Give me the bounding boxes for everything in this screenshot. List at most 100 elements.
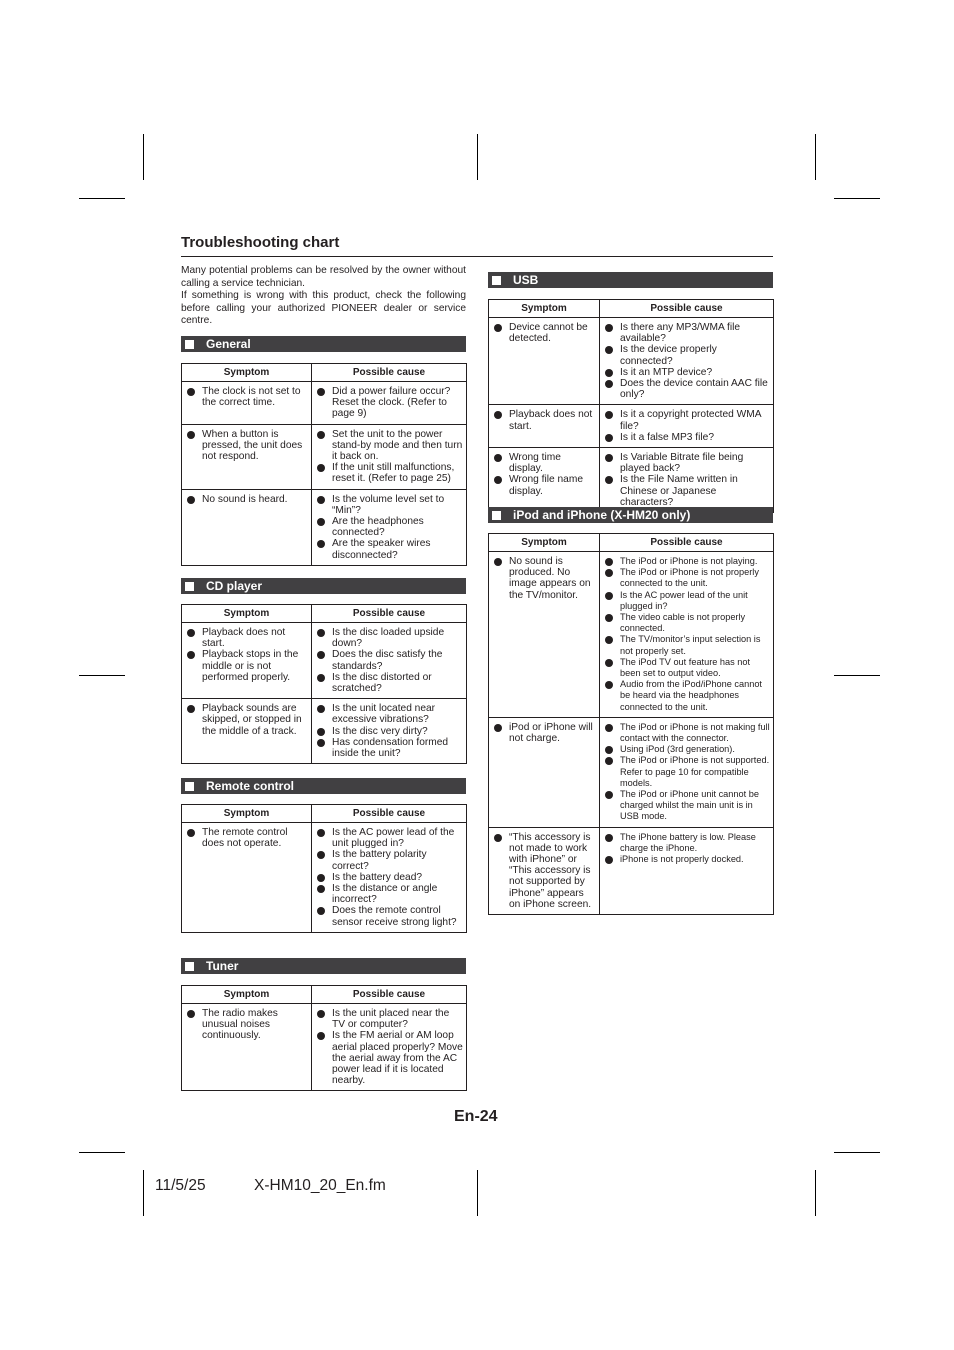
bullet-list: Playback does not start.	[492, 409, 596, 432]
crop-mark	[79, 675, 125, 676]
bullet-list: When a button is pressed, the unit does …	[185, 429, 308, 463]
column-header-symptom: Symptom	[181, 604, 312, 623]
bullet-list: Playback does not start. Playback stops i…	[185, 627, 308, 683]
cause-cell: Is the unit located near excessive vibra…	[311, 698, 467, 765]
column-header-cause: Possible cause	[599, 299, 774, 318]
intro-paragraph: If something is wrong with this product,…	[181, 290, 466, 327]
bullet-list: The clock is not set to the correct time…	[185, 386, 308, 408]
symptom-cell: The clock is not set to the correct time…	[181, 381, 312, 425]
table-row: When a button is pressed, the unit does …	[181, 423, 467, 490]
cause-item: Using iPod (3rd generation).	[603, 744, 770, 755]
cause-item: Has condensation formed inside the unit?	[315, 737, 463, 759]
square-bullet-icon	[492, 276, 501, 285]
crop-mark	[834, 198, 880, 199]
table-row: Playback sounds are skipped, or stopped …	[181, 698, 467, 765]
cause-item: The iPhone battery is low. Please charge…	[603, 832, 770, 854]
cause-item: Is it a copyright protected WMA file?	[603, 409, 770, 432]
table-row: Device cannot be detected. Is there any M…	[488, 316, 774, 406]
table-row: Playback does not start. Playback stops i…	[181, 621, 467, 700]
cause-item: Is the battery polarity correct?	[315, 849, 463, 872]
table-header-row: Symptom Possible cause	[488, 299, 774, 318]
cause-item: Is the disc very dirty?	[315, 726, 463, 737]
bullet-list: Wrong time display. Wrong file name displ…	[492, 452, 596, 497]
crop-mark	[79, 198, 125, 199]
bullet-list: Set the unit to the power stand-by mode …	[315, 429, 463, 485]
cause-item: Is the FM aerial or AM loop aerial place…	[315, 1030, 463, 1086]
cause-item: Is the disc distorted or scratched?	[315, 672, 463, 694]
cause-cell: Is the disc loaded upside down? Does the …	[311, 621, 467, 700]
cause-item: The TV/monitor’s input selection is not …	[603, 634, 770, 656]
crop-mark	[834, 1152, 880, 1153]
section-title: USB	[513, 273, 539, 287]
cause-item: The iPod or iPhone unit cannot be charge…	[603, 789, 770, 823]
column-header-cause: Possible cause	[599, 533, 774, 552]
cause-item: If the unit still malfunctions, reset it…	[315, 462, 463, 484]
table-header-row: Symptom Possible cause	[488, 533, 774, 552]
column-header-cause: Possible cause	[311, 363, 467, 382]
footer-filename: X-HM10_20_En.fm	[254, 1177, 386, 1194]
section-header: Tuner	[181, 958, 466, 974]
symptom-cell: When a button is pressed, the unit does …	[181, 423, 312, 490]
symptom-item: Playback does not start.	[492, 409, 596, 432]
section-title: General	[206, 337, 251, 351]
cause-item: Does the device contain AAC file only?	[603, 378, 770, 400]
symptom-cell: Playback sounds are skipped, or stopped …	[181, 698, 312, 765]
cause-cell: Is the unit placed near the TV or comput…	[311, 1002, 467, 1092]
cause-cell: Is Variable Bitrate file being played ba…	[599, 447, 774, 514]
troubleshooting-table: Symptom Possible cause No sound is produce…	[488, 533, 774, 916]
section-header: General	[181, 336, 466, 352]
cause-item: Does the remote control sensor receive s…	[315, 905, 463, 928]
crop-mark	[834, 675, 880, 676]
bullet-list: Is Variable Bitrate file being played ba…	[603, 452, 770, 508]
table-row: The radio makes unusual noises continuou…	[181, 1002, 467, 1092]
cause-item: Is the distance or angle incorrect?	[315, 883, 463, 905]
symptom-item: Wrong file name display.	[492, 474, 596, 497]
bullet-list: iPod or iPhone will not charge.	[492, 722, 596, 744]
table-header-row: Symptom Possible cause	[181, 604, 467, 623]
cause-cell: The iPod or iPhone is not playing. The iP…	[599, 551, 774, 718]
bullet-list: “This accessory is not made to work with…	[492, 832, 596, 910]
troubleshooting-table: Symptom Possible cause Device cannot be de…	[488, 299, 774, 514]
column-header-cause: Possible cause	[311, 985, 467, 1004]
cause-cell: Is the volume level set to “Min”? Are the…	[311, 488, 467, 566]
crop-mark	[143, 134, 144, 180]
bullet-list: The iPod or iPhone is not making full co…	[603, 722, 770, 823]
bullet-list: Is there any MP3/WMA file available? Is t…	[603, 322, 770, 400]
footer-date: 11/5/25	[155, 1177, 206, 1194]
section-title: Tuner	[206, 959, 239, 973]
page-title: Troubleshooting chart	[181, 234, 340, 251]
symptom-item: Playback does not start.	[185, 627, 308, 649]
symptom-item: iPod or iPhone will not charge.	[492, 722, 596, 744]
crop-mark	[143, 1170, 144, 1216]
cause-item: Set the unit to the power stand-by mode …	[315, 429, 463, 463]
symptom-cell: The remote control does not operate.	[181, 822, 312, 933]
table-row: The clock is not set to the correct time…	[181, 381, 467, 425]
bullet-list: No sound is produced. No image appears o…	[492, 556, 596, 601]
cause-item: Is there any MP3/WMA file available?	[603, 322, 770, 344]
cause-cell: Did a power failure occur? Reset the clo…	[311, 381, 467, 425]
cause-cell: The iPhone battery is low. Please charge…	[599, 826, 774, 916]
table-row: Playback does not start. Is it a copyrigh…	[488, 404, 774, 449]
table-row: “This accessory is not made to work with…	[488, 826, 774, 916]
square-bullet-icon	[185, 340, 194, 349]
cause-item: Is Variable Bitrate file being played ba…	[603, 452, 770, 474]
crop-mark	[815, 134, 816, 180]
bullet-list: Device cannot be detected.	[492, 322, 596, 344]
table-header-row: Symptom Possible cause	[181, 985, 467, 1004]
cause-item: Is the battery dead?	[315, 872, 463, 883]
cause-item: Audio from the iPod/iPhone cannot be hea…	[603, 679, 770, 713]
table-header-row: Symptom Possible cause	[181, 363, 467, 382]
table-row: No sound is heard. Is the volume level se…	[181, 488, 467, 566]
section-header: Remote control	[181, 778, 466, 794]
square-bullet-icon	[185, 782, 194, 791]
cause-item: Does the disc satisfy the standards?	[315, 649, 463, 672]
column-header-cause: Possible cause	[311, 804, 467, 823]
symptom-cell: No sound is produced. No image appears o…	[488, 551, 600, 718]
cause-item: Is the AC power lead of the unit plugged…	[315, 827, 463, 849]
cause-cell: Is the AC power lead of the unit plugged…	[311, 822, 467, 933]
symptom-cell: Playback does not start.	[488, 404, 600, 449]
cause-item: The video cable is not properly connecte…	[603, 612, 770, 634]
troubleshooting-table: Symptom Possible cause The remote control …	[181, 804, 467, 933]
cause-item: The iPod or iPhone is not supported. Ref…	[603, 755, 770, 789]
cause-item: The iPod or iPhone is not making full co…	[603, 722, 770, 744]
